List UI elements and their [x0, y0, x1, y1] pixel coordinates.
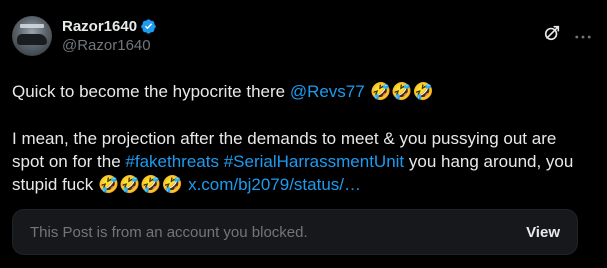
avatar-car: [17, 34, 47, 45]
more-icon[interactable]: [575, 27, 591, 45]
post-text: Quick to become the hypocrite there @Rev…: [12, 80, 592, 197]
verified-badge-icon[interactable]: [140, 18, 157, 35]
author-block: Razor1640 @Razor1640: [62, 16, 157, 54]
avatar[interactable]: [12, 16, 52, 56]
view-button[interactable]: View: [526, 224, 560, 241]
post: Razor1640 @Razor1640 Quick to become the…: [0, 0, 607, 268]
post-paragraph-2: I mean, the projection after the demands…: [12, 127, 592, 197]
avatar-watermark: [20, 24, 44, 28]
emoji-group: 🤣🤣🤣🤣: [98, 175, 189, 195]
name-row: Razor1640: [62, 16, 157, 36]
mention-link[interactable]: @Revs77: [290, 82, 365, 101]
emoji-group: 🤣🤣🤣: [364, 82, 434, 102]
status-link[interactable]: x.com/bj2079/status/…: [188, 175, 361, 194]
post-header: Razor1640 @Razor1640: [12, 16, 591, 64]
blocked-notice: This Post is from an account you blocked…: [30, 223, 308, 241]
hashtag-link[interactable]: #SerialHarrassmentUnit: [224, 152, 404, 171]
hashtag-link[interactable]: #fakethreats: [125, 152, 219, 171]
grok-icon[interactable]: [543, 24, 561, 47]
post-text-part: Quick to become the hypocrite there: [12, 82, 290, 101]
display-name[interactable]: Razor1640: [62, 18, 137, 35]
header-actions: [543, 24, 591, 47]
blocked-quote-card: This Post is from an account you blocked…: [12, 209, 578, 255]
author-handle[interactable]: @Razor1640: [62, 37, 157, 54]
post-line-1: Quick to become the hypocrite there @Rev…: [12, 80, 592, 104]
